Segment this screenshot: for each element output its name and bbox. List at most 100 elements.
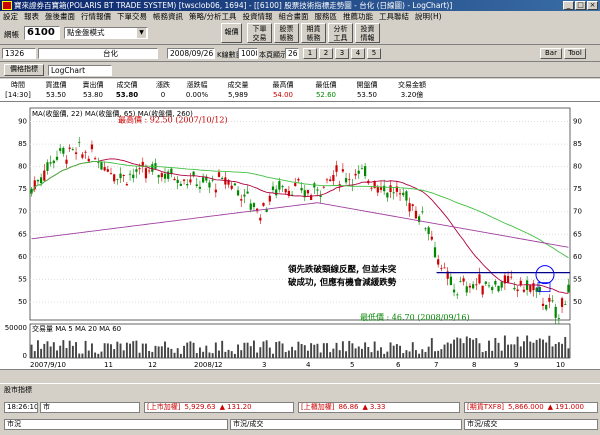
quote-value-7: 54.00 xyxy=(272,91,294,99)
candle-body xyxy=(548,297,551,302)
tab-indicator[interactable]: 股市指標 xyxy=(4,385,32,395)
candle-body xyxy=(78,141,81,143)
page-button-2[interactable]: 2 xyxy=(319,48,333,59)
menu-item-11[interactable]: 工具聯結 xyxy=(379,12,409,21)
candle-body xyxy=(284,188,287,193)
candle-body xyxy=(335,165,338,172)
price-chart[interactable]: 90 9085 8580 8075 7570 7065 6560 6055 5550 50MA(收… xyxy=(0,102,600,370)
index-value: 86.86 xyxy=(338,403,359,411)
index-change: 191.000 xyxy=(555,403,584,411)
candle-body xyxy=(214,189,217,193)
menu-item-9[interactable]: 服務區 xyxy=(315,12,338,21)
quote-header-4: 漲跌 xyxy=(156,81,170,89)
y-tick-left: 50 xyxy=(18,298,27,306)
candle-body xyxy=(398,193,402,195)
chart-area[interactable]: 90 90 85 85 80 80 75 75 70 70 65 65 60 60 55 55 50 50 MA(收… xyxy=(0,102,600,370)
candle-body xyxy=(300,187,303,191)
code-input[interactable]: 6100 xyxy=(24,26,60,40)
stock-name-field[interactable]: 台化 xyxy=(38,48,158,59)
candle-body xyxy=(90,144,94,150)
candle-body xyxy=(433,247,437,258)
price-panel xyxy=(29,107,571,321)
tool-button[interactable]: Tool xyxy=(564,48,586,59)
menu-item-3[interactable]: 行情報價 xyxy=(81,12,111,21)
status-bar: 18:26:10 市 [上市加權] 5,929.63 ▲ 131.20 [上櫃加權] 86… xyxy=(0,395,600,435)
date-input[interactable]: 2008/09/26 xyxy=(167,48,215,59)
toolbar-button-1[interactable]: 股票 帳務 xyxy=(274,23,299,43)
candle-body xyxy=(186,184,189,186)
candle-body xyxy=(405,191,408,201)
quote-value-6: 5,989 xyxy=(227,91,249,99)
candle-body xyxy=(437,259,440,265)
menu-item-10[interactable]: 推薦功能 xyxy=(343,12,373,21)
menu-item-7[interactable]: 投資情報 xyxy=(243,12,273,21)
menu-item-2[interactable]: 盤後畫面 xyxy=(45,12,75,21)
candle-body xyxy=(106,169,109,172)
display-label: 本頁顯示 xyxy=(259,51,287,59)
mode-select[interactable]: 點金盤模式 ▼ xyxy=(64,27,148,39)
x-label: 3 xyxy=(262,361,266,369)
stock-code-input[interactable]: 1326 xyxy=(2,48,36,59)
candle-body xyxy=(513,287,516,290)
candle-body xyxy=(506,275,510,283)
y-tick-left: 75 xyxy=(18,185,27,193)
menu-item-0[interactable]: 設定 xyxy=(3,12,18,21)
candle-body xyxy=(526,280,529,290)
display-count-input[interactable]: 260 xyxy=(285,48,299,59)
candle-body xyxy=(135,169,138,172)
report-button[interactable]: 報價 xyxy=(221,23,242,43)
maximize-button[interactable]: □ xyxy=(575,1,586,10)
minimize-button[interactable]: _ xyxy=(563,1,574,10)
market-field-1: 市況 xyxy=(4,419,228,430)
toolbar-button-3[interactable]: 分析 工具 xyxy=(328,23,353,43)
candle-body xyxy=(198,186,202,189)
quote-value-9: 53.50 xyxy=(356,91,378,99)
candle-body xyxy=(532,283,535,291)
y-tick-right: 80 xyxy=(573,163,582,171)
candle-body xyxy=(97,162,100,164)
candle-body xyxy=(211,179,214,181)
chart-type-select[interactable]: LogChart xyxy=(48,65,112,76)
candle-body xyxy=(472,284,475,289)
menu-item-5[interactable]: 帳務資訊 xyxy=(153,12,183,21)
page-button-5[interactable]: 5 xyxy=(367,48,381,59)
x-label: 2007/9/10 xyxy=(30,361,66,369)
candle-body xyxy=(182,179,186,181)
toolbar-button-4[interactable]: 投資 情報 xyxy=(355,23,380,43)
quote-header-0: 時間 xyxy=(11,81,25,89)
page-button-3[interactable]: 3 xyxy=(335,48,349,59)
kline-count-input[interactable]: 1000 xyxy=(238,48,258,59)
index-value: 5,866.000 xyxy=(508,403,544,411)
candle-body xyxy=(557,318,560,319)
menu-bar: 設定 報表 盤後畫面 行情報價 下單交易 帳務資訊 策略/分析工具 投資情報 組合畫面 服務區 推薦… xyxy=(0,11,600,22)
page-button-4[interactable]: 4 xyxy=(351,48,365,59)
bar-button[interactable]: Bar xyxy=(540,48,562,59)
candle-body xyxy=(402,192,405,196)
menu-item-4[interactable]: 下單交易 xyxy=(117,12,147,21)
market-field-2: 市況/成交 xyxy=(230,419,462,430)
candle-body xyxy=(306,190,310,194)
candle-body xyxy=(122,174,125,177)
indicator-button[interactable]: 價格指標 xyxy=(4,64,44,76)
menu-item-12[interactable]: 說明(H) xyxy=(415,12,442,21)
candle-body xyxy=(424,228,427,230)
menu-item-8[interactable]: 組合畫面 xyxy=(279,12,309,21)
candle-body xyxy=(125,184,128,186)
market-select[interactable]: 市 xyxy=(40,402,140,413)
window-title: 寶來證券百寶箱(POLARIS BT TRADE SYSTEM) [twsclo… xyxy=(14,1,453,10)
y-tick-right: 55 xyxy=(573,275,582,283)
candle-body xyxy=(297,178,300,181)
candle-body xyxy=(364,166,367,177)
page-button-1[interactable]: 1 xyxy=(303,48,317,59)
close-button[interactable]: × xyxy=(587,1,598,10)
candle-body xyxy=(281,186,284,188)
menu-item-1[interactable]: 報表 xyxy=(24,12,39,21)
candle-body xyxy=(148,170,151,172)
candle-body xyxy=(221,177,224,180)
toolbar-button-2[interactable]: 期貨 帳務 xyxy=(301,23,326,43)
candle-body xyxy=(344,178,348,183)
toolbar-button-0[interactable]: 下單 交易 xyxy=(247,23,272,43)
candle-body xyxy=(325,179,329,181)
menu-item-6[interactable]: 策略/分析工具 xyxy=(189,12,237,21)
candle-body xyxy=(179,183,182,186)
